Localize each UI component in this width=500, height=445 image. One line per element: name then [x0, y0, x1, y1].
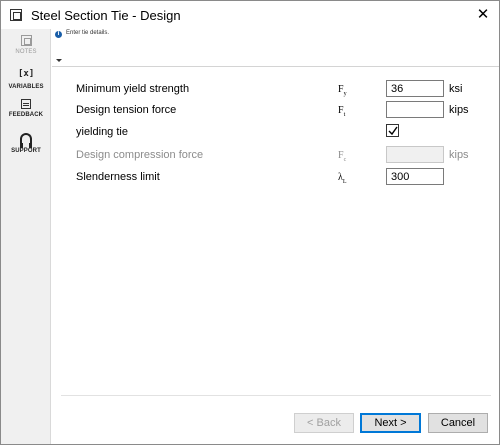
- close-button[interactable]: ✕: [467, 1, 499, 29]
- row-tension-force: Design tension force Ft kips: [52, 101, 499, 121]
- next-button[interactable]: Next >: [360, 413, 421, 433]
- tension-force-unit: kips: [449, 104, 469, 116]
- sidebar-item-label: FEEDBACK: [8, 112, 44, 118]
- yield-strength-label: Minimum yield strength: [76, 83, 190, 95]
- compression-force-label: Design compression force: [76, 149, 204, 161]
- notes-icon: [20, 35, 32, 46]
- tension-force-label: Design tension force: [76, 104, 177, 116]
- info-bar: i Enter tie details.: [52, 29, 499, 67]
- headset-icon: [20, 133, 32, 148]
- yielding-tie-checkbox[interactable]: [386, 124, 399, 137]
- row-slenderness-limit: Slenderness limit λL: [52, 168, 499, 188]
- yield-strength-unit: ksi: [449, 83, 463, 95]
- sidebar-item-notes[interactable]: NOTES: [1, 35, 51, 55]
- sidebar-item-support[interactable]: SUPPORT: [1, 133, 51, 154]
- app-window-icon: [10, 9, 22, 21]
- yield-strength-input[interactable]: [386, 80, 444, 97]
- footer-divider: [61, 395, 491, 396]
- info-message: Enter tie details.: [66, 30, 110, 36]
- sidebar-item-label: SUPPORT: [11, 148, 41, 154]
- expand-arrow-icon[interactable]: [56, 59, 62, 62]
- sidebar-item-variables[interactable]: [x] VARIABLES: [1, 67, 51, 90]
- sidebar-item-feedback[interactable]: FEEDBACK: [1, 99, 51, 118]
- sidebar-item-label: VARIABLES: [8, 84, 44, 90]
- sidebar-item-label: NOTES: [15, 49, 37, 55]
- tension-force-symbol: Ft: [338, 105, 346, 118]
- tension-force-input[interactable]: [386, 101, 444, 118]
- row-compression-force: Design compression force Fc kips: [52, 146, 499, 166]
- info-icon: i: [55, 31, 62, 38]
- yield-strength-symbol: Fy: [338, 84, 347, 97]
- variables-icon: [x]: [18, 69, 35, 79]
- tie-details-form: Minimum yield strength Fy ksi Design ten…: [52, 67, 499, 397]
- slenderness-limit-symbol: λL: [338, 172, 347, 185]
- sidebar: NOTES [x] VARIABLES FEEDBACK SUPPORT: [1, 29, 51, 444]
- back-button[interactable]: < Back: [294, 413, 354, 433]
- compression-force-unit: kips: [449, 149, 469, 161]
- row-yield-strength: Minimum yield strength Fy ksi: [52, 80, 499, 100]
- checkmark-icon: [388, 126, 398, 136]
- window-title: Steel Section Tie - Design: [31, 8, 181, 23]
- compression-force-input: [386, 146, 444, 163]
- cancel-button[interactable]: Cancel: [428, 413, 488, 433]
- title-bar: Steel Section Tie - Design ✕: [1, 1, 499, 29]
- dialog-window: Steel Section Tie - Design ✕ NOTES [x] V…: [0, 0, 500, 445]
- slenderness-limit-input[interactable]: [386, 168, 444, 185]
- slenderness-limit-label: Slenderness limit: [76, 171, 160, 183]
- yielding-tie-label: yielding tie: [76, 126, 128, 138]
- feedback-icon: [21, 99, 31, 109]
- compression-force-symbol: Fc: [338, 150, 347, 163]
- row-yielding-tie: yielding tie: [52, 123, 499, 143]
